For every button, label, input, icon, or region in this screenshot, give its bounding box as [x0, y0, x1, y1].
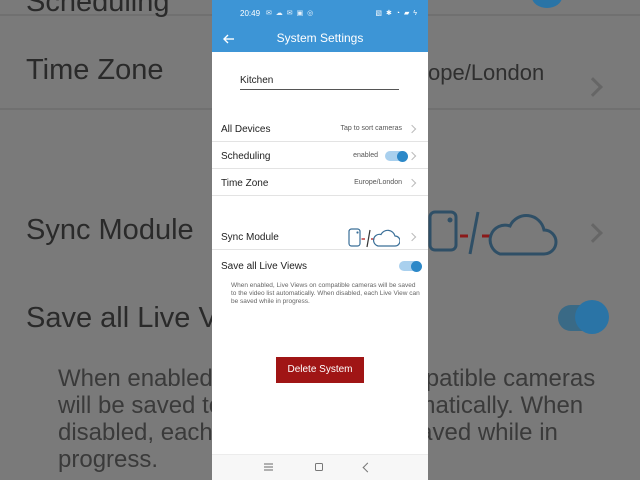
row-save-live-views: Save all Live Views — [212, 252, 428, 279]
status-time: 20:49 — [240, 9, 261, 18]
settings-content: Kitchen All Devices Tap to sort cameras … — [212, 52, 428, 454]
bg-row-value: ope/London — [428, 60, 545, 85]
phone-screen: 20:49 ✉ ☁ ✉ ▣ ◎ ▧ ✱ ◔ ▰ ϟ System Setting… — [212, 0, 428, 480]
chevron-right-icon — [583, 223, 603, 243]
menu-icon[interactable] — [264, 463, 273, 471]
system-status-icons: ▧ ✱ ◔ ▰ ϟ — [375, 10, 418, 17]
toggle-knob — [397, 150, 408, 162]
bg-toggle-knob — [575, 300, 609, 334]
chevron-right-icon — [407, 178, 417, 188]
row-label: Sync Module — [221, 232, 279, 243]
app-bar: System Settings — [212, 26, 428, 52]
page-title: System Settings — [276, 31, 364, 45]
back-icon[interactable] — [362, 462, 373, 473]
sync-module-icon — [348, 228, 400, 248]
system-name-field[interactable]: Kitchen — [240, 72, 399, 90]
notification-icons: ✉ ☁ ✉ ▣ ◎ — [266, 10, 315, 17]
sync-module-icon — [428, 210, 558, 256]
row-all-devices[interactable]: All Devices Tap to sort cameras — [212, 115, 428, 142]
bg-row-label: Sync Module — [26, 214, 194, 246]
bg-row-label: Time Zone — [26, 54, 164, 86]
row-label: Save all Live Views — [221, 261, 307, 272]
save-live-views-toggle[interactable] — [399, 260, 422, 272]
row-label: Scheduling — [221, 151, 271, 162]
row-value: enabled — [353, 152, 378, 159]
chevron-right-icon — [407, 151, 417, 161]
toggle-knob — [411, 260, 422, 272]
row-sync-module[interactable]: Sync Module — [212, 223, 428, 250]
row-value: Europe/London — [354, 179, 402, 186]
row-scheduling[interactable]: Scheduling enabled — [212, 142, 428, 169]
chevron-right-icon — [407, 124, 417, 134]
delete-system-button[interactable]: Delete System — [276, 357, 364, 383]
chevron-right-icon — [407, 232, 417, 242]
row-time-zone[interactable]: Time Zone Europe/London — [212, 169, 428, 196]
row-label: All Devices — [221, 124, 271, 135]
status-bar: 20:49 ✉ ☁ ✉ ▣ ◎ ▧ ✱ ◔ ▰ ϟ — [212, 0, 428, 26]
row-value: Tap to sort cameras — [340, 125, 402, 132]
bg-row-label: Save all Live V — [26, 302, 218, 334]
home-icon[interactable] — [315, 463, 323, 471]
android-nav-bar — [212, 454, 428, 480]
save-live-views-description: When enabled, Live Views on compatible c… — [231, 282, 420, 305]
scheduling-toggle[interactable] — [385, 150, 408, 162]
chevron-right-icon — [583, 77, 603, 97]
row-label: Time Zone — [221, 178, 269, 189]
